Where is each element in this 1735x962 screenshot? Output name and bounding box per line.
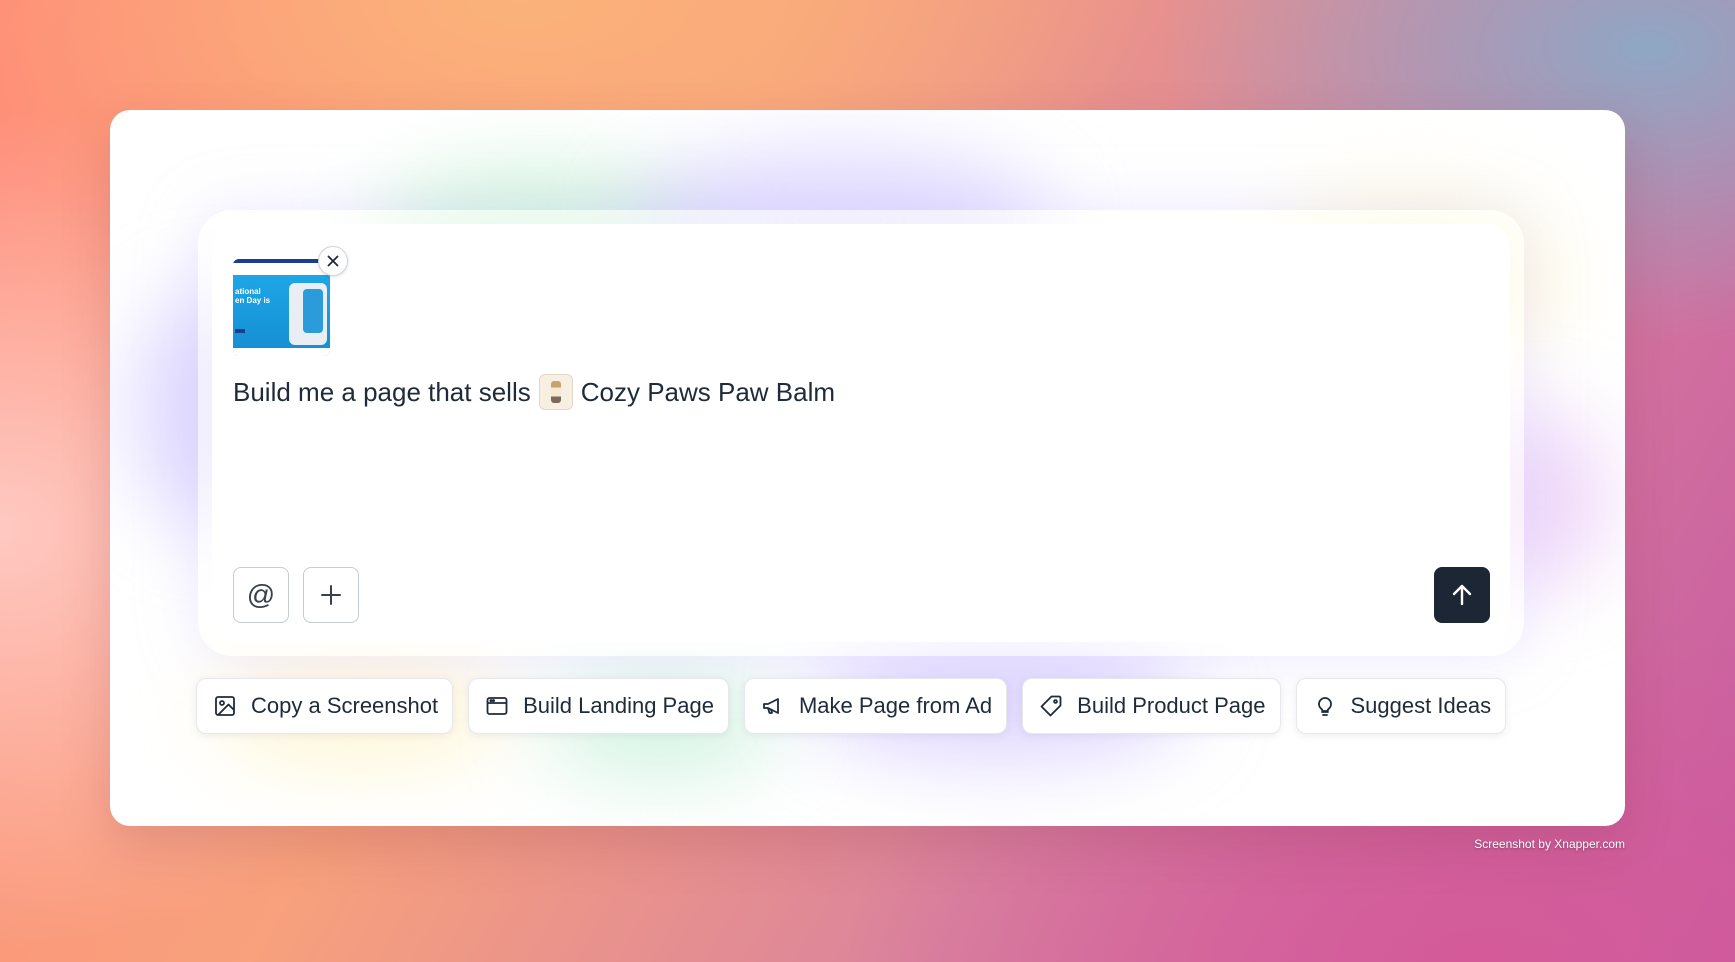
main-card: ational en Day is Build me a page that s… <box>110 110 1625 826</box>
suggestion-label: Build Landing Page <box>523 693 714 718</box>
product-chip-label: Cozy Paws Paw Balm <box>580 376 836 407</box>
add-button[interactable] <box>303 567 359 623</box>
thumbnail-text: ational en Day is <box>235 287 271 305</box>
product-thumbnail-icon <box>538 374 573 410</box>
at-icon: @ <box>246 579 276 610</box>
mention-button[interactable]: @ <box>233 567 289 623</box>
tag-icon <box>1040 695 1062 717</box>
suggestion-build-product-page[interactable]: Build Product Page <box>1022 678 1281 734</box>
watermark: Screenshot by Xnapper.com <box>1474 837 1625 851</box>
prompt-input[interactable]: Build me a page that sells Cozy Paws Paw… <box>233 374 835 410</box>
suggestion-label: Suggest Ideas <box>1350 693 1492 718</box>
plus-icon <box>321 585 341 605</box>
prompt-text: Build me a page that sells <box>233 376 531 407</box>
prompt-composer[interactable]: ational en Day is Build me a page that s… <box>212 224 1510 642</box>
product-chip[interactable]: Cozy Paws Paw Balm <box>538 374 836 410</box>
suggestion-build-landing-page[interactable]: Build Landing Page <box>468 678 729 734</box>
send-button[interactable] <box>1434 567 1490 623</box>
suggestion-bar: Copy a Screenshot Build Landing Page Mak… <box>196 678 1507 734</box>
suggestion-make-page-from-ad[interactable]: Make Page from Ad <box>743 678 1008 734</box>
browser-window-icon <box>486 697 508 715</box>
suggestion-label: Make Page from Ad <box>798 693 993 718</box>
image-icon <box>215 696 235 716</box>
suggestion-label: Copy a Screenshot <box>251 693 439 718</box>
arrow-up-icon <box>1452 584 1472 606</box>
megaphone-icon <box>763 698 779 714</box>
lightbulb-icon <box>1317 697 1332 716</box>
composer-wrapper: ational en Day is Build me a page that s… <box>198 210 1524 656</box>
suggestion-suggest-ideas[interactable]: Suggest Ideas <box>1295 678 1507 734</box>
attachment-thumbnail[interactable]: ational en Day is <box>233 259 330 356</box>
suggestion-copy-screenshot[interactable]: Copy a Screenshot <box>196 678 454 734</box>
suggestion-label: Build Product Page <box>1077 693 1266 718</box>
close-icon <box>327 255 339 267</box>
remove-attachment-button[interactable] <box>318 246 348 276</box>
